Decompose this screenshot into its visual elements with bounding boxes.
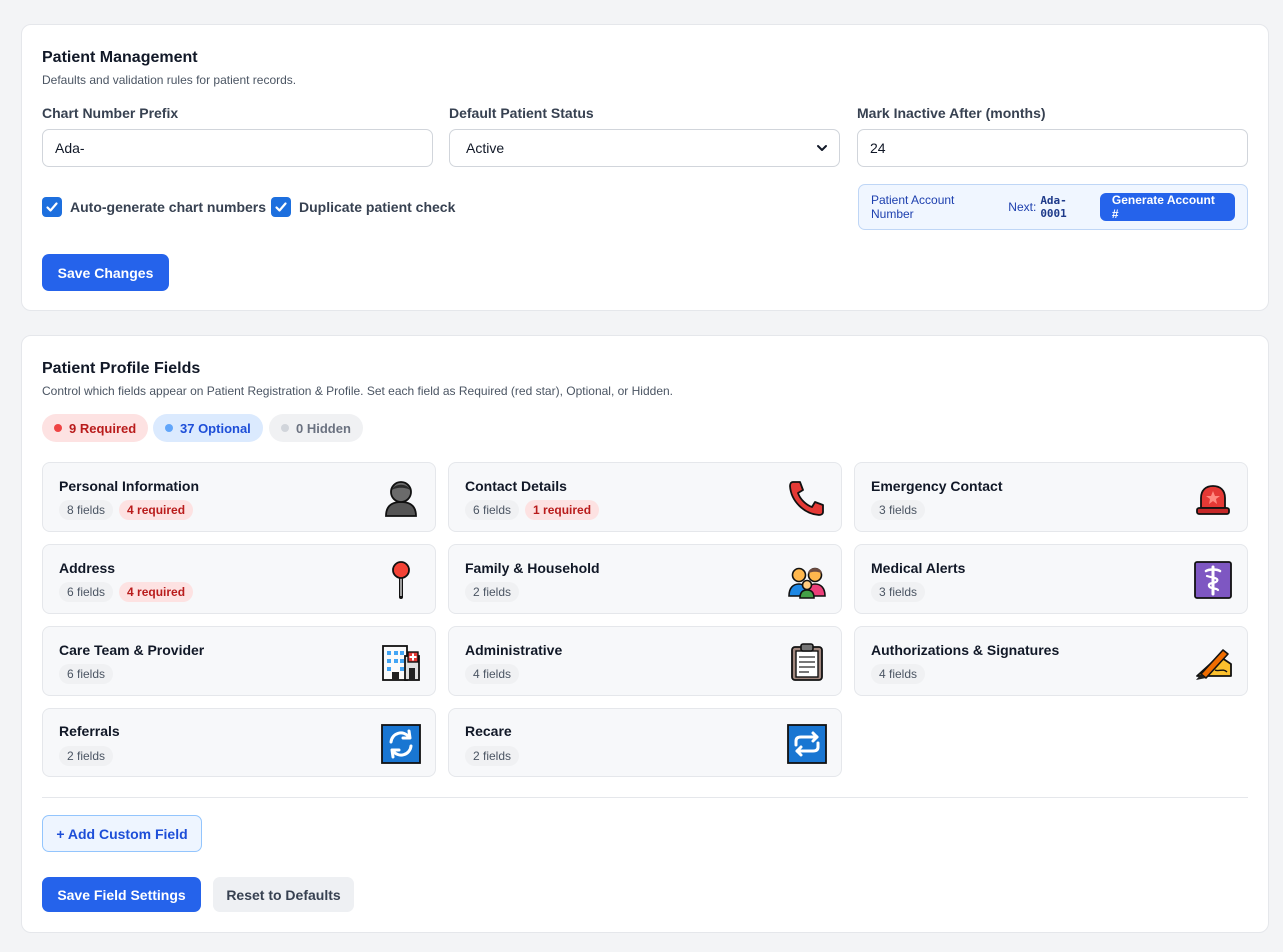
- reset-defaults-button[interactable]: Reset to Defaults: [213, 877, 354, 912]
- field-count-badge: 6 fields: [59, 664, 114, 684]
- hidden-count-pill: 0 Hidden: [269, 414, 363, 442]
- repeat-arrows-icon: [787, 724, 827, 764]
- group-tile-referrals[interactable]: Referrals 2 fields: [42, 708, 436, 777]
- group-title: Medical Alerts: [871, 560, 966, 576]
- next-account-value: Ada-0001: [1040, 194, 1067, 220]
- duplicate-check-checkbox[interactable]: [271, 197, 291, 217]
- patient-management-subtitle: Defaults and validation rules for patien…: [42, 73, 297, 87]
- checkmark-icon: [275, 202, 287, 212]
- auto-generate-option: Auto-generate chart numbers: [42, 197, 266, 217]
- group-title: Address: [59, 560, 116, 576]
- writing-hand-icon: [1196, 649, 1232, 680]
- inactive-months-input[interactable]: 24: [857, 129, 1248, 167]
- account-number-label: Patient Account Number: [871, 193, 955, 221]
- optional-count: 37 Optional: [180, 420, 251, 436]
- chevron-down-icon: [817, 145, 827, 151]
- group-tile-authorizations-signatures[interactable]: Authorizations & Signatures 4 fields: [854, 626, 1248, 696]
- group-tile-address[interactable]: Address 6 fields 4 required: [42, 544, 436, 614]
- field-count-badge: 2 fields: [465, 746, 520, 766]
- refresh-arrows-icon: [381, 724, 421, 764]
- default-status-value: Active: [466, 140, 505, 156]
- group-title: Authorizations & Signatures: [871, 642, 1060, 658]
- medical-symbol-icon: [1194, 561, 1232, 599]
- required-count-badge: 4 required: [119, 582, 194, 602]
- add-custom-field-button[interactable]: + Add Custom Field: [42, 815, 202, 852]
- patient-management-title: Patient Management: [42, 49, 198, 66]
- optional-dot: [165, 424, 173, 432]
- group-title: Emergency Contact: [871, 478, 1003, 494]
- field-count-badge: 4 fields: [871, 664, 926, 684]
- chart-prefix-input[interactable]: Ada-: [42, 129, 433, 167]
- inactive-months-value: 24: [870, 140, 886, 156]
- group-tile-recare[interactable]: Recare 2 fields: [448, 708, 842, 777]
- siren-icon: [1196, 485, 1230, 515]
- duplicate-check-label: Duplicate patient check: [299, 199, 456, 215]
- group-tile-family-household[interactable]: Family & Household 2 fields: [448, 544, 842, 614]
- next-label: Next:: [1008, 200, 1037, 214]
- field-count-badge: 6 fields: [465, 500, 520, 520]
- checkmark-icon: [46, 202, 58, 212]
- required-count-badge: 4 required: [119, 500, 194, 520]
- required-count: 9 Required: [69, 420, 137, 436]
- profile-fields-title: Patient Profile Fields: [42, 360, 201, 377]
- group-title: Administrative: [465, 642, 563, 658]
- group-title: Recare: [465, 723, 512, 739]
- chart-prefix-label: Chart Number Prefix: [42, 105, 179, 121]
- next-account-readout: Next: Ada-0001: [1008, 194, 1092, 220]
- group-title: Referrals: [59, 723, 120, 739]
- auto-generate-label: Auto-generate chart numbers: [70, 199, 267, 215]
- chart-prefix-value: Ada-: [55, 140, 85, 156]
- field-count-badge: 3 fields: [871, 500, 926, 520]
- group-tile-administrative[interactable]: Administrative 4 fields: [448, 626, 842, 696]
- section-divider: [42, 797, 1248, 798]
- generate-account-button[interactable]: Generate Account #: [1099, 193, 1235, 221]
- group-tile-care-team-provider[interactable]: Care Team & Provider 6 fields: [42, 626, 436, 696]
- hidden-dot: [281, 424, 289, 432]
- family-icon: [788, 567, 826, 599]
- group-title: Care Team & Provider: [59, 642, 205, 658]
- duplicate-check-option: Duplicate patient check: [271, 197, 455, 217]
- default-status-label: Default Patient Status: [449, 105, 594, 121]
- field-count-badge: 2 fields: [59, 746, 114, 766]
- hidden-count: 0 Hidden: [296, 420, 351, 436]
- auto-generate-checkbox[interactable]: [42, 197, 62, 217]
- default-status-select[interactable]: Active: [449, 129, 840, 167]
- group-tile-emergency-contact[interactable]: Emergency Contact 3 fields: [854, 462, 1248, 532]
- field-count-badge: 8 fields: [59, 500, 114, 520]
- person-icon: [385, 481, 417, 517]
- group-tile-personal-information[interactable]: Personal Information 8 fields 4 required: [42, 462, 436, 532]
- field-count-badge: 4 fields: [465, 664, 520, 684]
- field-count-badge: 6 fields: [59, 582, 114, 602]
- group-title: Contact Details: [465, 478, 567, 494]
- required-dot: [54, 424, 62, 432]
- save-field-settings-button[interactable]: Save Field Settings: [42, 877, 201, 912]
- clipboard-icon: [791, 643, 823, 681]
- patient-management-card: Patient Management Defaults and validati…: [21, 24, 1269, 311]
- account-number-panel: Patient Account Number Next: Ada-0001 Ge…: [858, 184, 1248, 230]
- group-title: Family & Household: [465, 560, 600, 576]
- save-changes-button[interactable]: Save Changes: [42, 254, 169, 291]
- optional-count-pill: 37 Optional: [153, 414, 263, 442]
- profile-fields-card: Patient Profile Fields Control which fie…: [21, 335, 1269, 933]
- group-tile-medical-alerts[interactable]: Medical Alerts 3 fields: [854, 544, 1248, 614]
- pushpin-icon: [392, 561, 410, 599]
- group-tile-contact-details[interactable]: Contact Details 6 fields 1 required: [448, 462, 842, 532]
- field-count-badge: 2 fields: [465, 582, 520, 602]
- group-title: Personal Information: [59, 478, 200, 494]
- required-count-pill: 9 Required: [42, 414, 149, 442]
- required-count-badge: 1 required: [525, 500, 600, 520]
- profile-fields-subtitle: Control which fields appear on Patient R…: [42, 384, 673, 398]
- hospital-icon: [382, 645, 420, 681]
- field-count-badge: 3 fields: [871, 582, 926, 602]
- inactive-months-label: Mark Inactive After (months): [857, 105, 1046, 121]
- telephone-icon: [789, 481, 824, 516]
